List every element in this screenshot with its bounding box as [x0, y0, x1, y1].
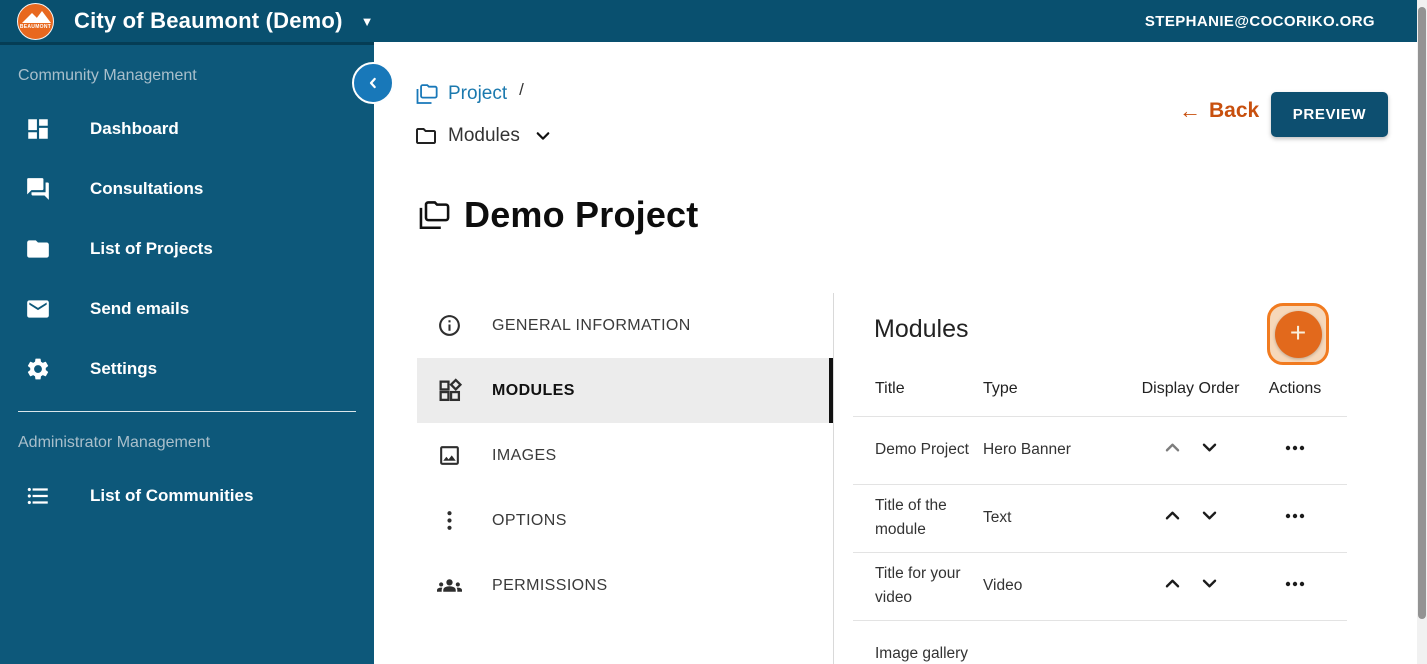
page-title-row: Demo Project: [416, 194, 698, 236]
back-label: Back: [1209, 99, 1259, 123]
tab-general-information[interactable]: GENERAL INFORMATION: [417, 293, 833, 358]
table-row: Title of the module Text: [853, 484, 1347, 552]
modules-panel: Modules + Title Type Display Order Actio…: [853, 293, 1347, 664]
info-icon: [437, 313, 462, 338]
tab-images[interactable]: IMAGES: [417, 423, 833, 488]
envelope-icon: [25, 296, 51, 322]
breadcrumb-separator: /: [519, 80, 524, 100]
dashboard-icon: [25, 116, 51, 142]
module-type: Text: [983, 484, 1138, 552]
user-email[interactable]: STEPHANIE@COCORIKO.ORG: [1145, 13, 1375, 30]
more-actions-icon[interactable]: [1283, 504, 1307, 528]
add-module-button[interactable]: +: [1267, 303, 1329, 365]
module-title: Title for your video: [853, 552, 983, 620]
breadcrumb: Project /: [414, 82, 524, 106]
table-row: Image gallery: [853, 620, 1347, 664]
column-header-type: Type: [983, 366, 1138, 416]
chat-icon: [25, 176, 51, 202]
logo-label: BEAUMONT: [18, 24, 53, 30]
move-up-icon: [1163, 438, 1182, 457]
page-title: Demo Project: [464, 194, 698, 236]
modules-icon: [437, 378, 462, 403]
move-down-icon[interactable]: [1200, 506, 1219, 525]
stacked-folders-icon: [414, 82, 438, 106]
module-title: Image gallery: [853, 620, 983, 664]
module-title: Demo Project: [853, 416, 983, 484]
stacked-folders-icon: [416, 198, 450, 232]
sidebar-item-dashboard[interactable]: Dashboard: [0, 99, 374, 159]
sidebar: Community Management Dashboard Consultat…: [0, 42, 374, 664]
image-icon: [437, 443, 462, 468]
scrollbar-thumb[interactable]: [1418, 7, 1426, 619]
preview-button[interactable]: PREVIEW: [1271, 92, 1388, 137]
module-title: Title of the module: [853, 484, 983, 552]
sidebar-item-settings[interactable]: Settings: [0, 339, 374, 399]
left-arrow-icon: ←: [1179, 98, 1201, 124]
folder-outline-icon: [414, 124, 438, 148]
sidebar-section-administrator-management: Administrator Management: [0, 412, 374, 452]
chevron-down-icon[interactable]: [534, 127, 552, 145]
project-tabs: GENERAL INFORMATION MODULES IMAGES OPTIO…: [417, 293, 833, 618]
table-header-row: Title Type Display Order Actions: [853, 366, 1347, 416]
column-header-actions: Actions: [1243, 366, 1347, 416]
sidebar-section-community-management: Community Management: [0, 45, 374, 85]
dots-vertical-icon: [437, 508, 462, 533]
module-type: Video: [983, 552, 1138, 620]
sidebar-item-list-of-projects[interactable]: List of Projects: [0, 219, 374, 279]
community-dropdown-caret-icon[interactable]: ▼: [361, 14, 374, 29]
breadcrumb-modules[interactable]: Modules: [448, 125, 520, 147]
chevron-left-icon: [365, 75, 381, 91]
modules-table: Title Type Display Order Actions Demo Pr…: [853, 366, 1347, 664]
sidebar-item-consultations[interactable]: Consultations: [0, 159, 374, 219]
plus-icon: +: [1275, 311, 1322, 358]
move-down-icon[interactable]: [1200, 574, 1219, 593]
module-type: [983, 620, 1138, 664]
table-row: Demo Project Hero Banner: [853, 416, 1347, 484]
sidebar-item-send-emails[interactable]: Send emails: [0, 279, 374, 339]
back-link[interactable]: ← Back: [1179, 98, 1259, 124]
gear-icon: [25, 356, 51, 382]
beaumont-logo: BEAUMONT: [17, 3, 54, 40]
tab-options[interactable]: OPTIONS: [417, 488, 833, 553]
people-icon: [437, 573, 462, 598]
more-actions-icon[interactable]: [1283, 436, 1307, 460]
breadcrumb-project-link[interactable]: Project: [448, 83, 507, 105]
move-up-icon[interactable]: [1163, 506, 1182, 525]
module-type: Hero Banner: [983, 416, 1138, 484]
move-down-icon[interactable]: [1200, 438, 1219, 457]
column-header-display-order: Display Order: [1138, 366, 1243, 416]
sidebar-collapse-button[interactable]: [352, 62, 394, 104]
column-header-title: Title: [853, 366, 983, 416]
table-row: Title for your video Video: [853, 552, 1347, 620]
main-content: Project / Modules ← Back PREVIEW Demo Pr…: [374, 42, 1417, 664]
move-up-icon[interactable]: [1163, 574, 1182, 593]
vertical-divider: [833, 293, 834, 664]
list-icon: [25, 483, 51, 509]
sidebar-item-list-of-communities[interactable]: List of Communities: [0, 466, 374, 526]
tab-modules[interactable]: MODULES: [417, 358, 833, 423]
top-header-bar: BEAUMONT City of Beaumont (Demo) ▼ STEPH…: [0, 0, 1427, 42]
tab-permissions[interactable]: PERMISSIONS: [417, 553, 833, 618]
mountain-icon: [33, 11, 51, 23]
app-window: BEAUMONT City of Beaumont (Demo) ▼ STEPH…: [0, 0, 1427, 664]
folder-icon: [25, 236, 51, 262]
vertical-scrollbar[interactable]: [1417, 0, 1427, 664]
breadcrumb-current-row: Modules: [414, 124, 552, 148]
more-actions-icon[interactable]: [1283, 572, 1307, 596]
community-name[interactable]: City of Beaumont (Demo): [74, 8, 343, 34]
